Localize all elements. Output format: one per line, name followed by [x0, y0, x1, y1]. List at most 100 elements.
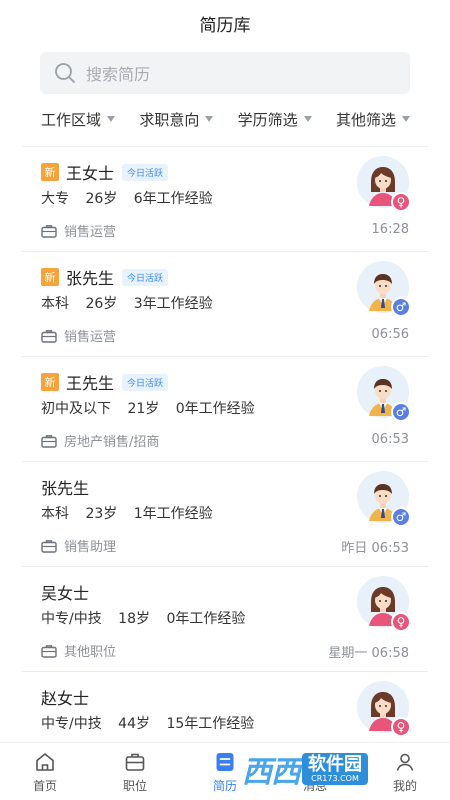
- filter-label: 学历筛选: [237, 110, 298, 129]
- filter-label: 求职意向: [139, 110, 200, 129]
- active-badge: 今日活跃: [122, 268, 169, 286]
- filter-other[interactable]: 其他筛选: [336, 109, 410, 130]
- filter-label: 其他筛选: [335, 110, 396, 129]
- filter-bar: 工作区域 求职意向 学历筛选 其他筛选: [0, 94, 450, 144]
- briefcase-icon: [41, 434, 57, 448]
- search-icon: [55, 63, 75, 83]
- page-title: 简历库: [199, 15, 251, 36]
- resume-card[interactable]: 新 张先生 今日活跃 本科 26岁 3年工作经验 销售运营 06:56 ♂: [22, 251, 428, 356]
- briefcase-icon: [41, 224, 57, 238]
- resume-card[interactable]: 吴女士 中专/中技 18岁 0年工作经验 其他职位 星期一 06:58 ♀: [22, 566, 428, 671]
- caret-down-icon: [205, 116, 214, 122]
- active-badge: 今日活跃: [122, 373, 169, 391]
- female-icon: ♀: [391, 717, 411, 737]
- tab-jobs[interactable]: 职位: [90, 743, 180, 800]
- age: 21岁: [127, 401, 160, 417]
- job-intention: 房地产销售/招商: [41, 431, 159, 450]
- candidate-name: 赵女士: [41, 689, 90, 708]
- new-badge: 新: [41, 373, 59, 391]
- briefcase-icon: [41, 539, 57, 553]
- tab-label: 简历: [212, 779, 237, 793]
- home-icon: [36, 753, 54, 771]
- experience: 6年工作经验: [133, 191, 213, 207]
- female-icon: ♀: [391, 192, 411, 212]
- education: 本科: [41, 506, 69, 522]
- avatar: ♂: [357, 261, 411, 317]
- education: 中专/中技: [41, 611, 102, 627]
- candidate-name: 张先生: [66, 269, 115, 288]
- briefcase-icon: [41, 644, 57, 658]
- caret-down-icon: [303, 116, 312, 122]
- experience: 0年工作经验: [175, 401, 255, 417]
- avatar: ♂: [357, 366, 411, 422]
- update-time: 16:28: [371, 222, 409, 237]
- update-time: 星期一 06:58: [328, 646, 409, 661]
- candidate-name: 王先生: [66, 374, 115, 393]
- experience: 1年工作经验: [133, 506, 213, 522]
- bottom-tab-bar: 首页 职位 简历 消息 我的: [0, 742, 450, 800]
- experience: 15年工作经验: [166, 716, 255, 732]
- search-input[interactable]: 搜索简历: [40, 52, 410, 94]
- avatar: ♀: [357, 576, 411, 632]
- candidate-name: 王女士: [66, 164, 115, 183]
- caret-down-icon: [402, 116, 410, 122]
- job-intention: 其他职位: [41, 641, 116, 660]
- update-time: 昨日 06:53: [341, 541, 409, 556]
- tab-profile[interactable]: 我的: [360, 743, 450, 800]
- female-icon: ♀: [391, 612, 411, 632]
- tab-label: 我的: [392, 779, 417, 793]
- profile-icon: [396, 753, 414, 771]
- avatar: ♀: [357, 156, 411, 212]
- filter-label: 工作区域: [41, 110, 102, 129]
- resume-card[interactable]: 张先生 本科 23岁 1年工作经验 销售助理 昨日 06:53 ♂: [22, 461, 428, 566]
- filter-area[interactable]: 工作区域: [41, 109, 116, 130]
- briefcase-icon: [125, 753, 145, 771]
- active-badge: 今日活跃: [122, 163, 169, 181]
- filter-education[interactable]: 学历筛选: [238, 109, 312, 130]
- tab-messages[interactable]: 消息: [270, 743, 360, 800]
- resume-card[interactable]: 新 王女士 今日活跃 大专 26岁 6年工作经验 销售运营 16:28 ♀: [22, 146, 428, 251]
- tab-label: 职位: [122, 779, 147, 793]
- education: 本科: [41, 296, 69, 312]
- tab-label: 首页: [32, 779, 57, 793]
- new-badge: 新: [41, 163, 59, 181]
- age: 26岁: [85, 191, 118, 207]
- experience: 3年工作经验: [133, 296, 213, 312]
- update-time: 06:53: [371, 432, 409, 447]
- education: 中专/中技: [41, 716, 102, 732]
- male-icon: ♂: [391, 402, 411, 422]
- briefcase-icon: [41, 329, 57, 343]
- filter-intention[interactable]: 求职意向: [139, 109, 214, 130]
- education: 初中及以下: [41, 401, 111, 417]
- education: 大专: [41, 191, 69, 207]
- age: 23岁: [85, 506, 118, 522]
- male-icon: ♂: [391, 507, 411, 527]
- new-badge: 新: [41, 268, 59, 286]
- search-placeholder: 搜索简历: [86, 65, 151, 84]
- age: 26岁: [85, 296, 118, 312]
- experience: 0年工作经验: [166, 611, 246, 627]
- job-intention: 销售运营: [41, 326, 116, 345]
- resume-list: 新 王女士 今日活跃 大专 26岁 6年工作经验 销售运营 16:28 ♀ 新 …: [22, 146, 428, 776]
- message-icon: [306, 754, 324, 771]
- resume-card[interactable]: 新 王先生 今日活跃 初中及以下 21岁 0年工作经验 房地产销售/招商 06:…: [22, 356, 428, 461]
- job-title: 销售助理: [64, 540, 117, 555]
- search-wrap: 搜索简历: [0, 46, 450, 94]
- caret-down-icon: [107, 116, 116, 122]
- tab-resume[interactable]: 简历: [180, 743, 270, 800]
- update-time: 06:56: [371, 327, 409, 342]
- candidate-name: 张先生: [41, 479, 90, 498]
- job-intention: 销售助理: [41, 536, 116, 555]
- job-title: 房地产销售/招商: [64, 435, 160, 450]
- tab-label: 消息: [302, 779, 327, 793]
- resume-icon: [216, 753, 234, 771]
- avatar: ♂: [357, 471, 411, 527]
- job-intention: 销售运营: [41, 221, 116, 240]
- tab-home[interactable]: 首页: [0, 743, 90, 800]
- job-title: 其他职位: [64, 645, 117, 660]
- job-title: 销售运营: [64, 225, 117, 240]
- job-title: 销售运营: [64, 330, 117, 345]
- avatar: ♀: [357, 681, 411, 737]
- age: 18岁: [118, 611, 150, 627]
- age: 44岁: [118, 716, 150, 732]
